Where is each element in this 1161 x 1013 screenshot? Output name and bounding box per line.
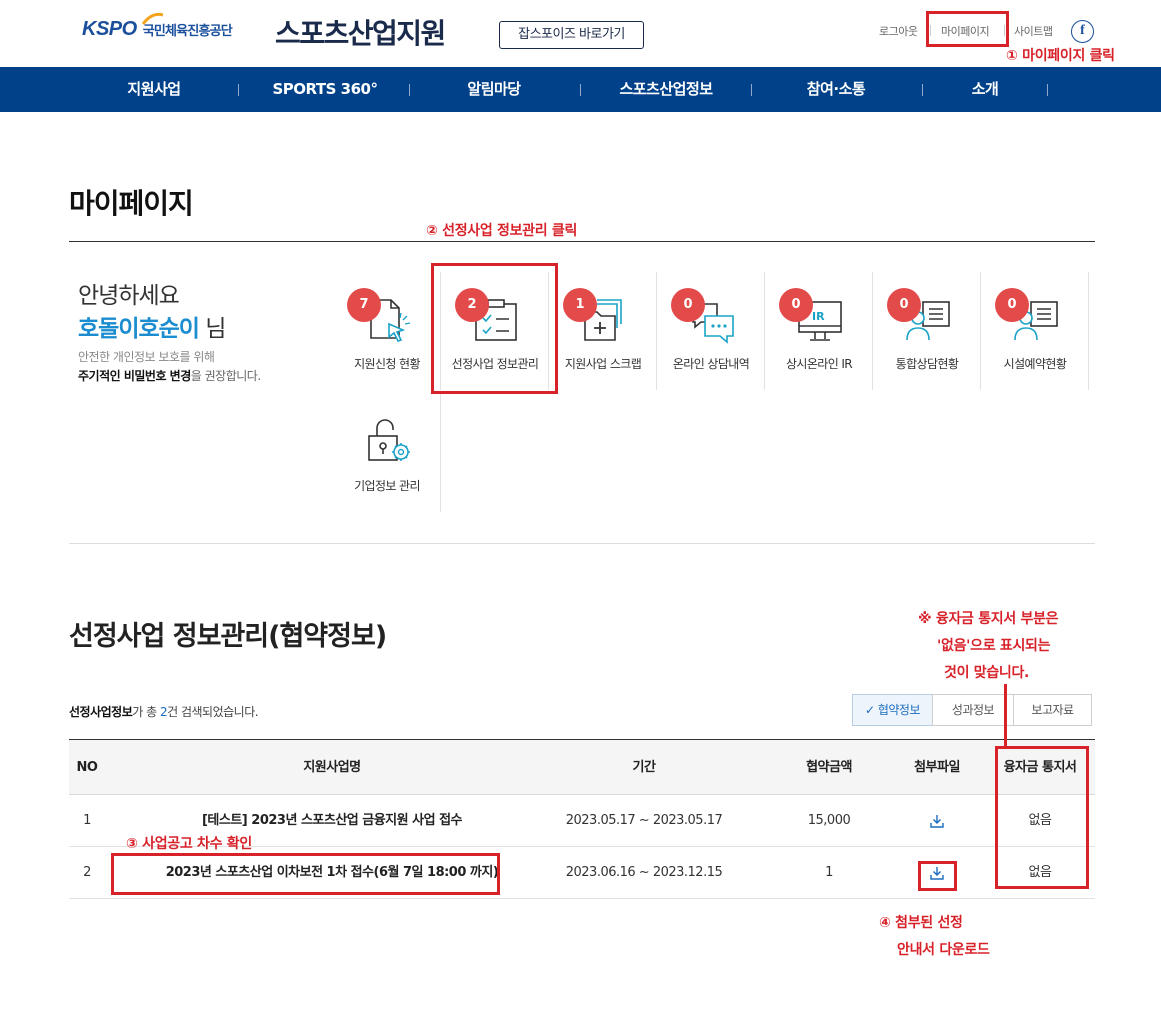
tab-label: 협약정보 xyxy=(877,703,921,717)
logout-link[interactable]: 로그아웃 xyxy=(879,23,918,39)
row-period: 2023.06.16 ~ 2023.12.15 xyxy=(565,865,723,880)
menu-label: 온라인 상담내역 xyxy=(672,357,750,371)
menu-online-ir[interactable]: IR 0 상시온라인 IR xyxy=(765,272,873,390)
annotation-box-loan-notice xyxy=(995,746,1089,889)
nav-divider xyxy=(580,84,581,96)
download-icon[interactable] xyxy=(930,814,944,828)
nav-divider xyxy=(238,84,239,96)
nav-divider xyxy=(1047,84,1048,96)
annotation-note-line1: ※ 융자금 통지서 부분은 xyxy=(918,611,1059,627)
info-tabs: ✓ 협약정보 성과정보 보고자료 xyxy=(852,694,1092,726)
menu-facility-reservation[interactable]: 0 시설예약현황 xyxy=(981,272,1089,390)
col-amount: 협약금액 xyxy=(806,760,852,775)
check-icon: ✓ xyxy=(864,703,878,717)
jobs-portal-button[interactable]: 잡스포이즈 바로가기 xyxy=(499,21,644,49)
cell-divider xyxy=(1088,272,1089,390)
logo-swoosh-icon xyxy=(142,12,164,25)
cell-divider xyxy=(440,394,441,512)
menu-application-status[interactable]: 7 지원신청 현황 xyxy=(333,272,441,390)
site-title[interactable]: 스포츠산업지원 xyxy=(275,12,446,52)
row-amount: 1 xyxy=(825,865,833,880)
menu-label: 시설예약현황 xyxy=(1003,357,1067,371)
logo-wordmark: KSPO xyxy=(82,18,137,40)
user-name: 호돌이호순이 xyxy=(78,316,200,342)
col-name: 지원사업명 xyxy=(303,760,361,775)
nav-support-programs[interactable]: 지원사업 xyxy=(94,67,214,112)
section-divider xyxy=(69,543,1095,544)
title-divider xyxy=(69,241,1095,242)
menu-count-badge: 0 xyxy=(887,288,921,322)
nav-notices[interactable]: 알림마당 xyxy=(434,67,554,112)
menu-integrated-consult[interactable]: 0 통합상담현황 xyxy=(873,272,981,390)
sitemap-link[interactable]: 사이트맵 xyxy=(1014,23,1053,39)
menu-count-badge: 7 xyxy=(347,288,381,322)
annotation-note-line2: '없음'으로 표시되는 xyxy=(937,638,1051,654)
menu-scrap[interactable]: 1 지원사업 스크랩 xyxy=(549,272,657,390)
section-title: 선정사업 정보관리(협약정보) xyxy=(69,621,387,652)
result-suffix: 건 검색되었습니다. xyxy=(167,705,259,719)
result-label: 선정사업정보 xyxy=(69,705,133,719)
annotation-step1: ① 마이페이지 클릭 xyxy=(1006,48,1115,64)
menu-count-badge: 0 xyxy=(671,288,705,322)
menu-online-consult[interactable]: 0 온라인 상담내역 xyxy=(657,272,765,390)
tab-performance-info[interactable]: 성과정보 xyxy=(932,694,1014,726)
annotation-box-download xyxy=(918,861,957,891)
menu-count-badge: 0 xyxy=(779,288,813,322)
annotation-step3: ③ 사업공고 차수 확인 xyxy=(126,836,252,852)
nav-divider xyxy=(922,84,923,96)
password-notice-bold[interactable]: 주기적인 비밀번호 변경 xyxy=(78,369,191,383)
password-notice-rest: 을 권장합니다. xyxy=(190,369,261,383)
greeting-hello: 안녕하세요 xyxy=(78,283,180,309)
nav-participation[interactable]: 참여·소통 xyxy=(776,67,896,112)
tab-agreement-info[interactable]: ✓ 협약정보 xyxy=(852,694,933,726)
greeting-user: 호돌이호순이 님 xyxy=(78,309,226,343)
annotation-box-mypage xyxy=(926,11,1009,47)
menu-count-badge: 1 xyxy=(563,288,597,322)
nav-divider xyxy=(751,84,752,96)
menu-label: 상시온라인 IR xyxy=(785,357,853,371)
kspo-logo[interactable]: KSPO 국민체육진흥공단 xyxy=(82,12,233,41)
annotation-step2: ② 선정사업 정보관리 클릭 xyxy=(426,223,578,239)
svg-text:IR: IR xyxy=(812,310,825,323)
annotation-step4-line2: 안내서 다운로드 xyxy=(897,942,990,958)
row-attachment xyxy=(889,795,985,847)
annotation-note-line3: 것이 맞습니다. xyxy=(944,665,1030,681)
row-no: 1 xyxy=(83,813,91,828)
menu-label: 지원신청 현황 xyxy=(354,357,420,371)
row-no: 2 xyxy=(83,865,91,880)
annotation-connector xyxy=(1004,684,1007,748)
page-title: 마이페이지 xyxy=(69,187,194,220)
nav-industry-info[interactable]: 스포츠산업정보 xyxy=(596,67,736,112)
col-period: 기간 xyxy=(632,760,656,775)
nav-sports360[interactable]: SPORTS 360° xyxy=(255,67,395,112)
tab-report-materials[interactable]: 보고자료 xyxy=(1013,694,1092,726)
password-notice-line2: 주기적인 비밀번호 변경을 권장합니다. xyxy=(78,367,261,384)
annotation-box-round xyxy=(111,853,500,895)
table-header: NO 지원사업명 기간 협약금액 첨부파일 융자금 통지서 xyxy=(69,739,1095,795)
lock-gear-icon xyxy=(368,419,410,461)
nav-about[interactable]: 소개 xyxy=(925,67,1045,112)
search-result-summary: 선정사업정보가 총 2건 검색되었습니다. xyxy=(69,703,259,720)
main-nav: 지원사업 SPORTS 360° 알림마당 스포츠산업정보 참여·소통 소개 xyxy=(0,67,1161,112)
annotation-step4-line1: ④ 첨부된 선정 xyxy=(879,915,963,931)
col-attachment: 첨부파일 xyxy=(914,760,960,775)
nav-divider xyxy=(409,84,410,96)
result-prefix: 가 총 xyxy=(132,705,160,719)
menu-label: 통합상담현황 xyxy=(895,357,959,371)
menu-company-info[interactable]: 기업정보 관리 xyxy=(333,394,441,512)
annotation-box-selected-business xyxy=(431,263,558,394)
menu-count-badge: 0 xyxy=(995,288,1029,322)
col-no: NO xyxy=(76,760,98,775)
menu-label: 지원사업 스크랩 xyxy=(564,357,642,371)
facebook-icon[interactable]: f xyxy=(1071,20,1094,43)
row-amount: 15,000 xyxy=(807,813,851,828)
password-notice-line1: 안전한 개인정보 보호를 위해 xyxy=(78,350,215,364)
honorific: 님 xyxy=(198,316,226,342)
menu-label: 기업정보 관리 xyxy=(354,479,420,493)
row-period: 2023.05.17 ~ 2023.05.17 xyxy=(565,813,723,828)
